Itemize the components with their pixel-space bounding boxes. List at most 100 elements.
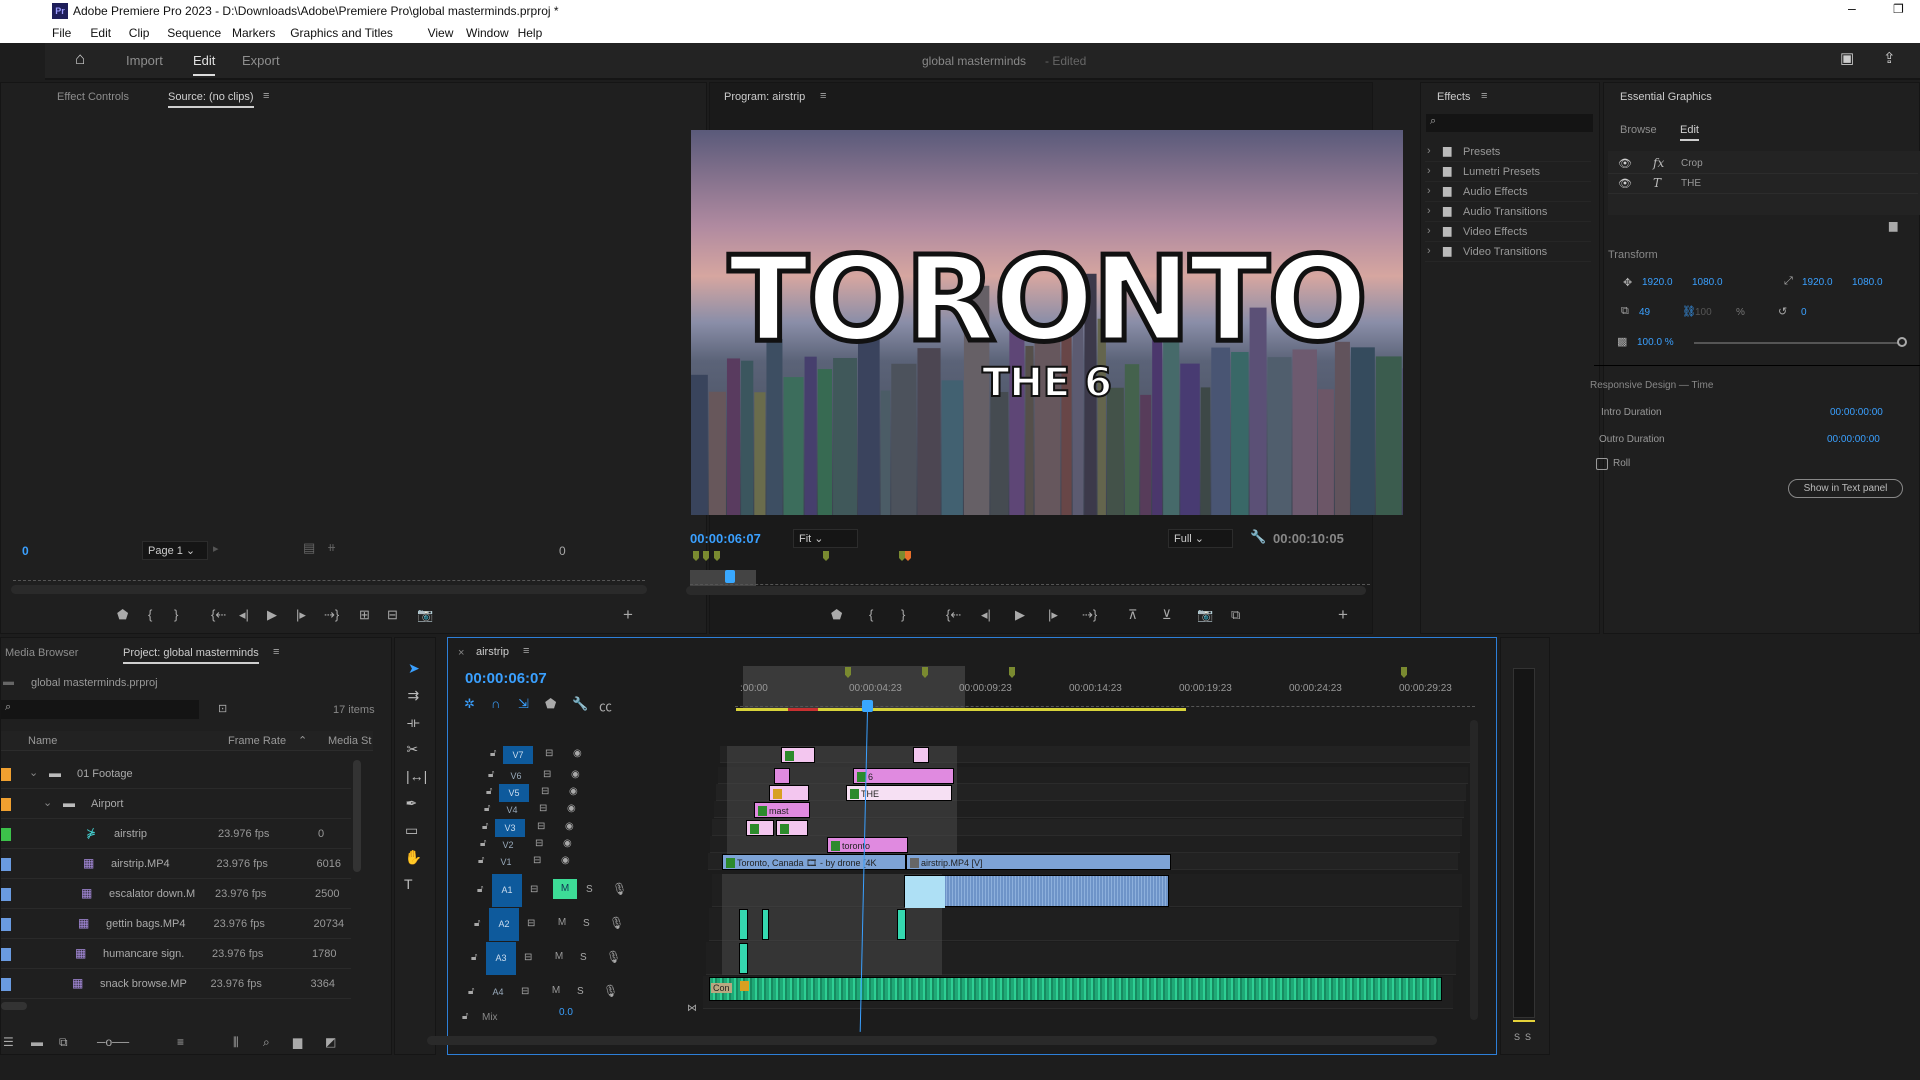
- timeline-clip[interactable]: [776, 820, 808, 836]
- mark-out-button[interactable]: }: [174, 607, 178, 622]
- timeline-clip[interactable]: [769, 785, 809, 801]
- timeline-clip[interactable]: 6: [853, 768, 954, 784]
- ripple-edit-tool-icon[interactable]: ⟛: [407, 714, 420, 731]
- menu-help[interactable]: Help: [518, 26, 543, 40]
- timeline-ruler[interactable]: [735, 698, 1475, 707]
- sync-lock-icon[interactable]: ⊟: [527, 918, 535, 929]
- mute-button[interactable]: M: [553, 879, 577, 899]
- mark-in-button[interactable]: {: [148, 607, 152, 622]
- eye-icon[interactable]: 👁: [1618, 157, 1632, 170]
- project-row[interactable]: ⌄ ▬ 01 Footage: [1, 760, 351, 789]
- solo-button[interactable]: S: [583, 918, 590, 929]
- audio-clip-a1[interactable]: [904, 875, 1169, 908]
- zoom-slider[interactable]: ─o──: [97, 1035, 129, 1049]
- chevron-right-icon[interactable]: ›: [1427, 145, 1431, 157]
- anchor-y[interactable]: 1080.0: [1852, 277, 1883, 288]
- timeline-settings-icon[interactable]: 🔧: [572, 696, 588, 712]
- eye-icon[interactable]: ◉: [573, 748, 582, 759]
- marker[interactable]: [899, 551, 905, 561]
- track-target-a3[interactable]: A3: [486, 942, 516, 975]
- program-zoom-scrollbar[interactable]: [686, 586, 1366, 595]
- eye-icon[interactable]: ◉: [569, 786, 578, 797]
- track-select-tool-icon[interactable]: ⇉: [408, 687, 420, 704]
- slip-tool-icon[interactable]: |↔|: [406, 768, 427, 784]
- mute-button[interactable]: M: [544, 981, 568, 1001]
- page-dropdown[interactable]: Page 1 ⌄: [142, 541, 208, 560]
- add-marker-button[interactable]: ⬟: [831, 607, 842, 623]
- outro-duration-value[interactable]: 00:00:00:00: [1827, 434, 1880, 445]
- menu-graphics-and-titles[interactable]: Graphics and Titles: [290, 26, 393, 40]
- audio-clip[interactable]: [739, 909, 748, 940]
- rotation-value[interactable]: 0: [1801, 307, 1807, 318]
- roll-checkbox[interactable]: [1596, 458, 1608, 470]
- effects-folder-lumetri-presets[interactable]: › ▆ Lumetri Presets: [1425, 163, 1591, 182]
- track-target-a2[interactable]: A2: [489, 908, 519, 941]
- timeline-clip[interactable]: [774, 768, 790, 784]
- project-row[interactable]: ▦ gettin bags.MP4 23.976 fps 20734: [1, 910, 351, 939]
- label-color-swatch[interactable]: [1, 888, 11, 901]
- project-vertical-scrollbar[interactable]: [353, 760, 361, 872]
- share-icon[interactable]: ⇪: [1883, 49, 1896, 67]
- label-color-swatch[interactable]: [1, 828, 11, 841]
- go-to-out-button[interactable]: ⇢}: [1082, 607, 1097, 623]
- lock-icon[interactable]: 🔓︎: [480, 838, 486, 849]
- program-playhead[interactable]: [725, 570, 735, 583]
- track-target-v4[interactable]: V4: [497, 801, 527, 819]
- sequence-tab[interactable]: airstrip: [476, 646, 509, 658]
- play-button[interactable]: ▶: [267, 607, 277, 623]
- project-row[interactable]: ⌄ ▬ Airport: [1, 790, 351, 819]
- audio-clip[interactable]: [739, 943, 748, 974]
- track-target-a4[interactable]: A4: [483, 976, 513, 1009]
- tab-browse[interactable]: Browse: [1620, 124, 1657, 136]
- go-to-out-button[interactable]: ⇢}: [324, 607, 339, 623]
- intro-duration-value[interactable]: 00:00:00:00: [1830, 407, 1883, 418]
- program-video-frame[interactable]: TORONTO THE 6: [691, 130, 1403, 515]
- solo-right-button[interactable]: S: [1525, 1032, 1531, 1042]
- menu-edit[interactable]: Edit: [90, 26, 111, 40]
- menu-markers[interactable]: Markers: [232, 26, 275, 40]
- go-to-end-icon[interactable]: ⋈: [687, 1003, 697, 1014]
- sync-lock-icon[interactable]: ⊟: [521, 986, 529, 997]
- audio-clip[interactable]: [762, 909, 769, 940]
- tab-edit-graphics[interactable]: Edit: [1680, 124, 1699, 141]
- find-icon[interactable]: ⌕: [263, 1035, 270, 1050]
- step-forward-button[interactable]: |▸: [1048, 607, 1058, 623]
- sync-lock-icon[interactable]: ⊟: [541, 786, 549, 797]
- tab-media-browser[interactable]: Media Browser: [5, 647, 78, 659]
- source-zoom-scrollbar[interactable]: [11, 585, 647, 594]
- add-button[interactable]: +: [1338, 605, 1348, 625]
- marker[interactable]: [714, 551, 720, 561]
- project-row[interactable]: ▦ snack browse.MP 23.976 fps 3364: [1, 970, 351, 999]
- source-ruler[interactable]: [13, 573, 645, 581]
- chevron-right-icon[interactable]: ›: [1427, 245, 1431, 257]
- sync-lock-icon[interactable]: ⊟: [545, 748, 553, 759]
- timeline-clip[interactable]: THE: [846, 785, 952, 801]
- tab-effect-controls[interactable]: Effect Controls: [57, 91, 129, 103]
- go-to-in-button[interactable]: {⇠: [211, 607, 226, 623]
- timeline-clip[interactable]: [781, 747, 815, 763]
- new-folder-icon[interactable]: ▆: [1889, 219, 1897, 232]
- lock-icon[interactable]: 🔓︎: [462, 1011, 468, 1022]
- timeline-clip[interactable]: [913, 747, 929, 763]
- label-color-swatch[interactable]: [1, 858, 11, 871]
- find-icon[interactable]: ⊡: [218, 702, 227, 715]
- next-page-icon[interactable]: ▸: [213, 542, 219, 555]
- pen-tool-icon[interactable]: ✒: [406, 795, 418, 812]
- step-back-button[interactable]: ◂|: [981, 607, 991, 623]
- lock-icon[interactable]: 🔓︎: [488, 769, 494, 780]
- opacity-value[interactable]: 100.0 %: [1637, 337, 1674, 348]
- voiceover-mic-icon[interactable]: 🎙︎: [606, 950, 621, 964]
- tab-source[interactable]: Source: (no clips): [168, 91, 254, 108]
- overwrite-button[interactable]: ⊟: [387, 607, 398, 623]
- graphics-layer[interactable]: 👁 fx Crop: [1608, 155, 1918, 174]
- project-row[interactable]: ▦ escalator down.M 23.976 fps 2500: [1, 880, 351, 909]
- track-target-a1[interactable]: A1: [492, 874, 522, 907]
- automate-icon[interactable]: ⫼: [233, 1035, 239, 1050]
- lock-icon[interactable]: 🔓︎: [477, 884, 483, 895]
- tab-export[interactable]: Export: [242, 53, 280, 68]
- project-row[interactable]: ▦ humancare sign. 23.976 fps 1780: [1, 940, 351, 969]
- track-target-v6[interactable]: V6: [501, 767, 531, 785]
- chevron-down-icon[interactable]: ⌄: [43, 796, 52, 809]
- audio-clip-a4[interactable]: Con: [709, 977, 1442, 1001]
- export-frame-button[interactable]: 📷: [1197, 607, 1213, 623]
